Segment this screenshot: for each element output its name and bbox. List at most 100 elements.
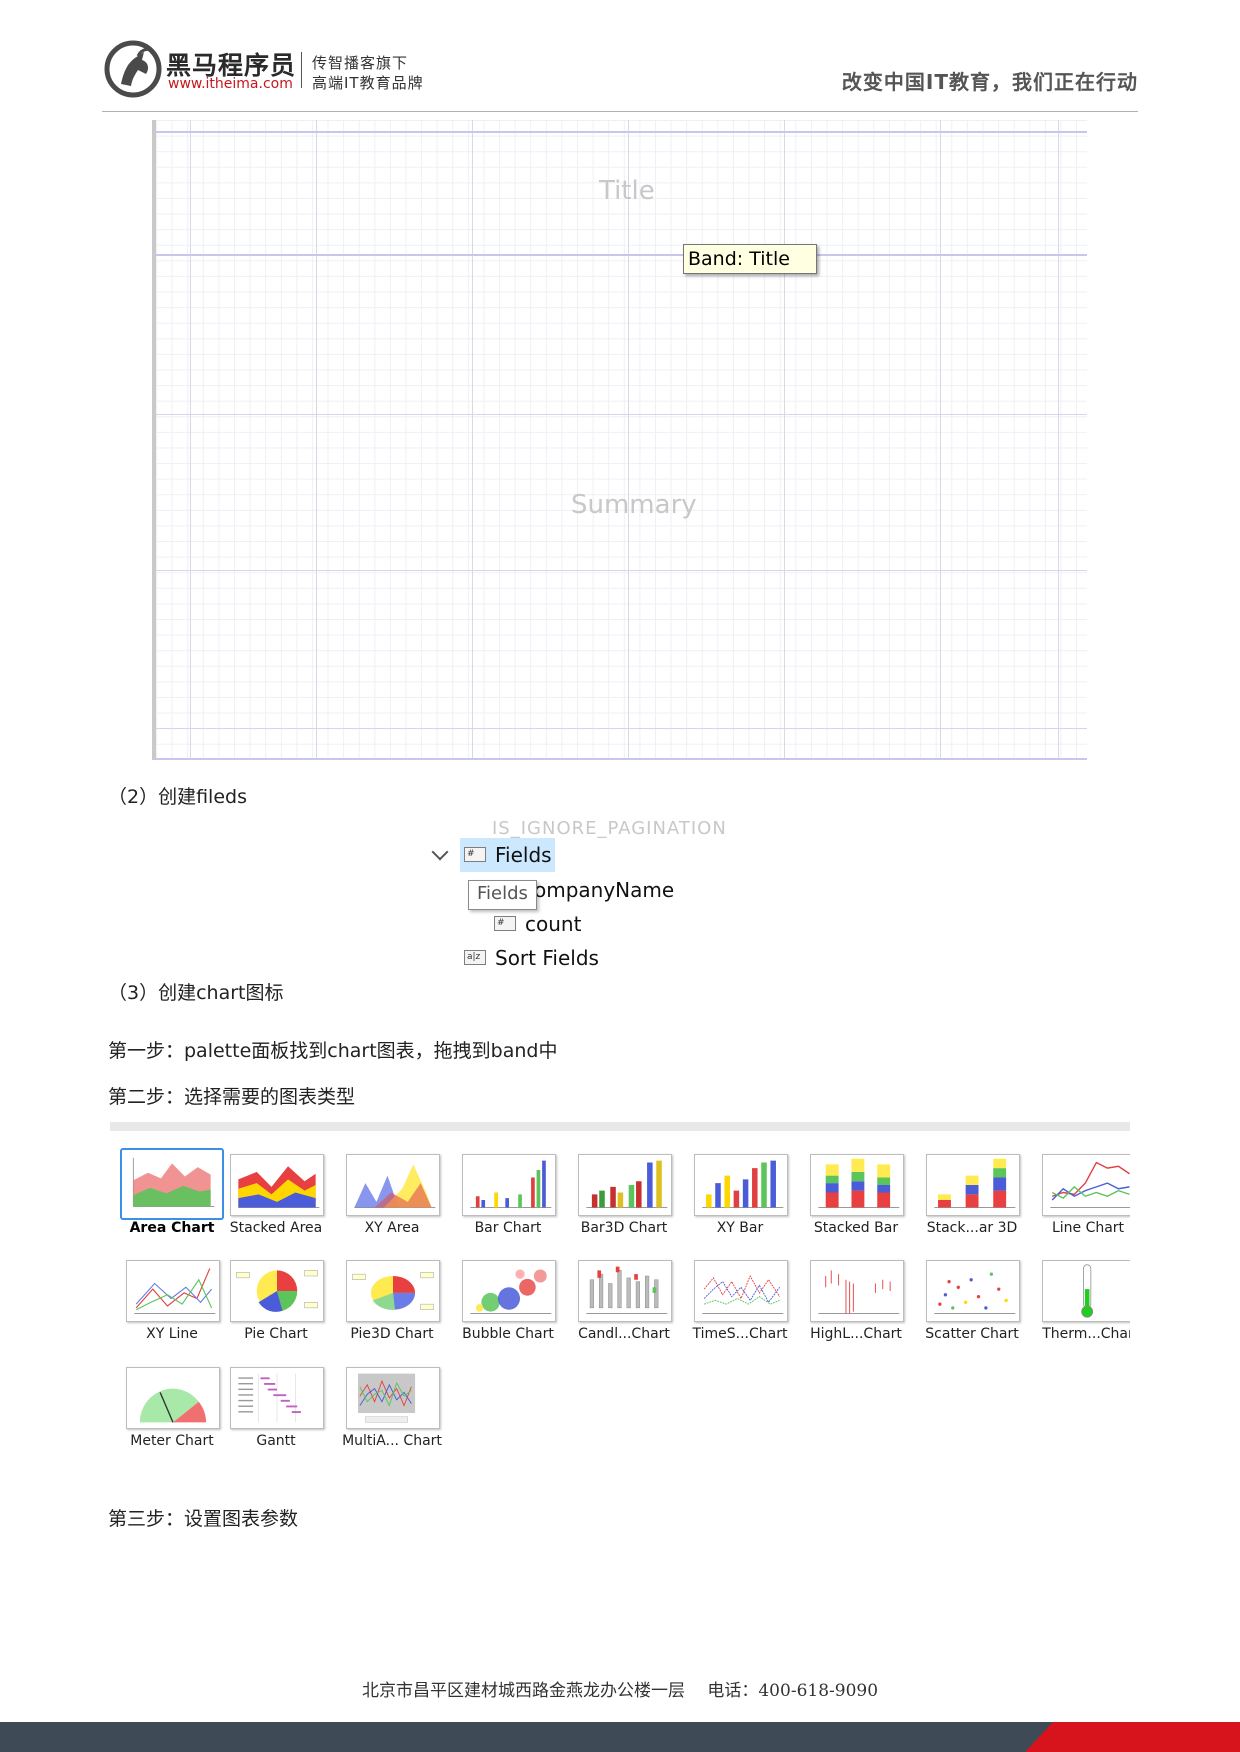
chart-type-thermometer[interactable]: Therm...Char <box>1026 1240 1130 1348</box>
chart-type-label: Stack...ar 3D <box>926 1220 1018 1236</box>
step3-text: 第三步：设置图表参数 <box>108 1508 299 1530</box>
brand-url: www.itheima.com <box>168 76 293 92</box>
band-boundary[interactable] <box>156 131 1087 133</box>
chart-type-label: Bubble Chart <box>462 1326 554 1342</box>
bar3d-chart-icon <box>578 1154 672 1216</box>
step-create-chart-heading: （3）创建chart图标 <box>108 982 284 1004</box>
stacked-area-icon <box>230 1154 324 1216</box>
chart-type-label: HighL...Chart <box>810 1326 902 1342</box>
tree-item-fields-label[interactable]: Fields <box>495 843 552 867</box>
footer-accent <box>1025 1722 1240 1752</box>
chart-type-gallery: Area Chart Stacked Area XY Area Bar Char… <box>110 1122 1130 1462</box>
chart-type-line[interactable]: Line Chart <box>1026 1134 1130 1242</box>
sort-az-icon: a|z <box>464 950 486 965</box>
bar-chart-icon <box>462 1154 556 1216</box>
grid-column-line <box>628 120 629 760</box>
chart-type-meter[interactable]: Meter Chart <box>110 1347 226 1455</box>
chart-type-bar[interactable]: Bar Chart <box>446 1134 562 1242</box>
report-outline-tree: IS_IGNORE_PAGINATION # Fields ompanyName… <box>430 818 730 978</box>
band-boundary-title[interactable] <box>156 254 1087 256</box>
brand-divider <box>301 52 302 88</box>
stacked-bar-icon <box>810 1154 904 1216</box>
footer-address: 北京市昌平区建材城西路金燕龙办公楼一层 电话：400-618-9090 <box>361 1681 879 1701</box>
multiaxis-chart-icon <box>346 1367 440 1429</box>
field-icon: # <box>494 916 516 931</box>
brand-slogan-line1: 传智播客旗下 <box>312 54 409 72</box>
step2-text: 第二步：选择需要的图表类型 <box>108 1086 356 1108</box>
chart-type-label: Gantt <box>256 1433 296 1449</box>
header-divider <box>102 111 1138 112</box>
grid-row-line <box>156 728 1087 729</box>
chart-type-candlestick[interactable]: Candl...Chart <box>562 1240 678 1348</box>
horse-logo-icon <box>104 40 162 98</box>
tree-item-sort-fields[interactable]: Sort Fields <box>495 946 599 970</box>
grid-column-line <box>940 120 941 760</box>
grid-column-line <box>316 120 317 760</box>
chart-type-xy-bar[interactable]: XY Bar <box>678 1134 794 1242</box>
fields-icon: # <box>464 847 486 862</box>
chart-type-bubble[interactable]: Bubble Chart <box>446 1240 562 1348</box>
chart-type-highlow[interactable]: HighL...Chart <box>794 1240 910 1348</box>
chart-type-label: Candl...Chart <box>578 1326 670 1342</box>
chart-type-label: Stacked Area <box>229 1220 323 1236</box>
band-tooltip: Band: Title <box>683 244 817 274</box>
tree-item-ignore-pagination: IS_IGNORE_PAGINATION <box>492 818 727 839</box>
pie3d-chart-icon <box>346 1260 440 1322</box>
thermometer-chart-icon <box>1042 1260 1130 1322</box>
chart-type-label: Line Chart <box>1051 1220 1125 1236</box>
chart-type-xy-area[interactable]: XY Area <box>330 1134 446 1242</box>
chart-type-label: Stacked Bar <box>813 1220 899 1236</box>
chart-type-stacked-bar3d[interactable]: Stack...ar 3D <box>910 1134 1026 1242</box>
grid-row-line <box>156 570 1087 571</box>
line-chart-icon <box>1042 1154 1130 1216</box>
grid-row-line <box>156 414 1087 415</box>
header-motto: 改变中国IT教育，我们正在行动 <box>841 70 1138 94</box>
chart-type-label: Therm...Char <box>1042 1326 1130 1342</box>
grid-column-line <box>784 120 785 760</box>
xy-bar-icon <box>694 1154 788 1216</box>
fields-tooltip: Fields <box>468 880 537 910</box>
chart-type-bar3d[interactable]: Bar3D Chart <box>562 1134 678 1242</box>
chart-type-label: Pie Chart <box>244 1326 308 1342</box>
chart-type-label: TimeS...Chart <box>692 1326 788 1342</box>
gantt-chart-icon <box>230 1367 324 1429</box>
chart-type-stacked-bar[interactable]: Stacked Bar <box>794 1134 910 1242</box>
bubble-chart-icon <box>462 1260 556 1322</box>
xy-area-icon <box>346 1154 440 1216</box>
chart-type-label: XY Bar <box>716 1220 764 1236</box>
xy-line-icon <box>126 1260 220 1322</box>
chart-type-scatter[interactable]: Scatter Chart <box>910 1240 1026 1348</box>
chart-type-label: Bar Chart <box>474 1220 542 1236</box>
chart-type-label: MultiA... Chart <box>342 1433 442 1449</box>
tree-item-company-name[interactable]: ompanyName <box>534 878 674 902</box>
chart-type-gantt[interactable]: Gantt <box>214 1347 330 1455</box>
grid-column-line <box>190 120 191 760</box>
chart-type-multiaxis[interactable]: MultiA... Chart <box>330 1347 446 1455</box>
chart-type-area[interactable]: Area Chart <box>110 1134 226 1242</box>
scatter-chart-icon <box>926 1260 1020 1322</box>
chart-type-xy-line[interactable]: XY Line <box>110 1240 226 1348</box>
candlestick-chart-icon <box>578 1260 672 1322</box>
chart-type-pie3d[interactable]: Pie3D Chart <box>330 1240 446 1348</box>
chart-type-label: Pie3D Chart <box>350 1326 434 1342</box>
chart-type-label: XY Area <box>364 1220 420 1236</box>
chevron-down-icon[interactable] <box>431 843 449 861</box>
pie-chart-icon <box>230 1260 324 1322</box>
page-header: 黑马程序员 www.itheima.com 传智播客旗下 高端IT教育品牌 改变… <box>0 0 1240 112</box>
chart-type-label: Scatter Chart <box>925 1326 1019 1342</box>
step1-text: 第一步：palette面板找到chart图表，拖拽到band中 <box>108 1040 558 1062</box>
chart-type-timeseries[interactable]: TimeS...Chart <box>678 1240 794 1348</box>
chart-type-label: Bar3D Chart <box>580 1220 668 1236</box>
chart-type-pie[interactable]: Pie Chart <box>214 1240 330 1348</box>
brand-slogan-line2: 高端IT教育品牌 <box>312 74 424 92</box>
gallery-top-bar <box>110 1122 1130 1131</box>
tree-item-count[interactable]: count <box>525 912 581 936</box>
report-design-canvas[interactable]: Title Summary Band: Title <box>152 120 1087 760</box>
stacked-bar3d-icon <box>926 1154 1020 1216</box>
grid-column-line <box>472 120 473 760</box>
chart-type-stacked-area[interactable]: Stacked Area <box>214 1134 330 1242</box>
meter-chart-icon <box>126 1367 220 1429</box>
band-boundary-bottom[interactable] <box>156 758 1087 760</box>
timeseries-chart-icon <box>694 1260 788 1322</box>
grid-column-line <box>1058 120 1059 760</box>
